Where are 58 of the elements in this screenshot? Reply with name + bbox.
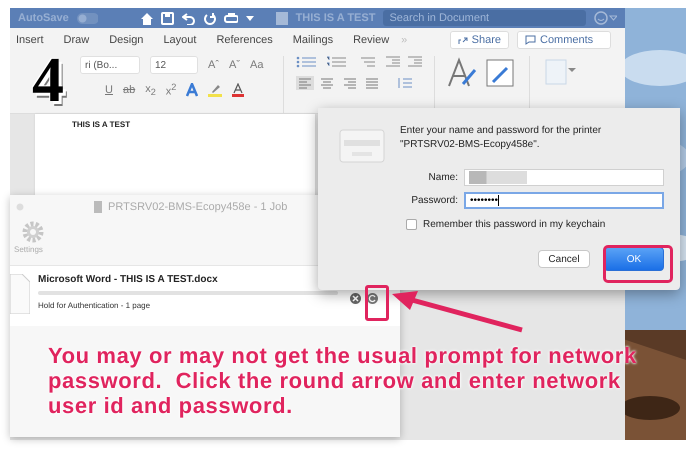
toggle-icon[interactable]: [76, 12, 98, 24]
cancel-button[interactable]: Cancel: [538, 250, 590, 268]
autosave-label: AutoSave: [18, 12, 69, 24]
text-effects-icon[interactable]: [186, 82, 198, 97]
smiley-icon[interactable]: [594, 11, 617, 25]
field-label: Name:: [428, 172, 458, 183]
checkbox[interactable]: [406, 219, 417, 230]
font-name-dropdown[interactable]: ri (Bo...: [80, 56, 140, 74]
document-title: THIS IS A TEST: [296, 12, 376, 24]
search-field[interactable]: Search in Document: [383, 10, 586, 26]
ribbon-tab[interactable]: References: [216, 34, 273, 46]
ribbon-tab[interactable]: Draw: [64, 34, 90, 46]
caret-icon[interactable]: [246, 14, 254, 22]
format-button[interactable]: Aˇ: [229, 59, 240, 71]
share-icon: [458, 35, 468, 45]
document-icon: [276, 12, 288, 24]
password-field[interactable]: ••••••••: [464, 192, 664, 209]
font-size-dropdown[interactable]: 12: [150, 56, 198, 74]
numbered-list-icon[interactable]: [326, 56, 346, 68]
ribbon-tab[interactable]: Layout: [163, 34, 196, 46]
printer-icon: [94, 201, 102, 213]
ribbon-tab[interactable]: Mailings: [292, 34, 334, 46]
document-text: THIS IS A TEST: [72, 120, 130, 129]
share-button[interactable]: Share: [450, 31, 509, 49]
font-color-icon[interactable]: [232, 82, 244, 97]
stop-icon[interactable]: [350, 293, 361, 304]
format-button[interactable]: x$^{2}$: [166, 82, 176, 98]
format-button[interactable]: Aˆ: [208, 59, 219, 71]
ribbon-tab[interactable]: Review: [353, 34, 390, 46]
home-icon[interactable]: [140, 12, 154, 24]
name-field[interactable]: [464, 169, 664, 186]
format-button[interactable]: ab: [122, 84, 136, 96]
ribbon-tab[interactable]: Design: [109, 34, 144, 46]
job-name: Microsoft Word - THIS IS A TEST.docx: [38, 274, 219, 285]
redo-icon[interactable]: [203, 12, 216, 24]
indent-icon[interactable]: [386, 56, 422, 68]
window-title: PRTSRV02-BMS-Ecopy458e - 1 Job: [108, 201, 288, 213]
ribbon-tab[interactable]: Insert: [16, 34, 44, 46]
speech-bubble-icon: [525, 35, 536, 45]
printer-icon[interactable]: [224, 12, 238, 24]
save-icon[interactable]: [161, 12, 174, 24]
format-button[interactable]: x$_{2}$: [145, 82, 156, 97]
ok-button[interactable]: OK: [604, 247, 664, 271]
step-number: 4: [32, 48, 64, 112]
dialog-message: Enter your name and password for the printer "PRTSRV02-BMS-Ecopy458e".: [400, 124, 602, 151]
format-button[interactable]: U: [105, 84, 113, 96]
checkbox-label[interactable]: Remember this password in my keychain: [423, 219, 606, 230]
comments-button[interactable]: Comments: [517, 31, 611, 49]
resume-arrow-icon[interactable]: [367, 293, 378, 304]
highlighter-icon[interactable]: [208, 82, 222, 97]
line-spacing-icon[interactable]: [396, 77, 412, 89]
highlight-frame: [365, 285, 389, 321]
bullet-list-icon[interactable]: [296, 56, 316, 68]
format-button[interactable]: Aa: [250, 59, 264, 71]
field-label: Password:: [410, 195, 458, 206]
job-status: Hold for Authentication - 1 page: [38, 301, 152, 310]
highlight-frame: [603, 245, 673, 283]
undo-icon[interactable]: [182, 12, 196, 24]
